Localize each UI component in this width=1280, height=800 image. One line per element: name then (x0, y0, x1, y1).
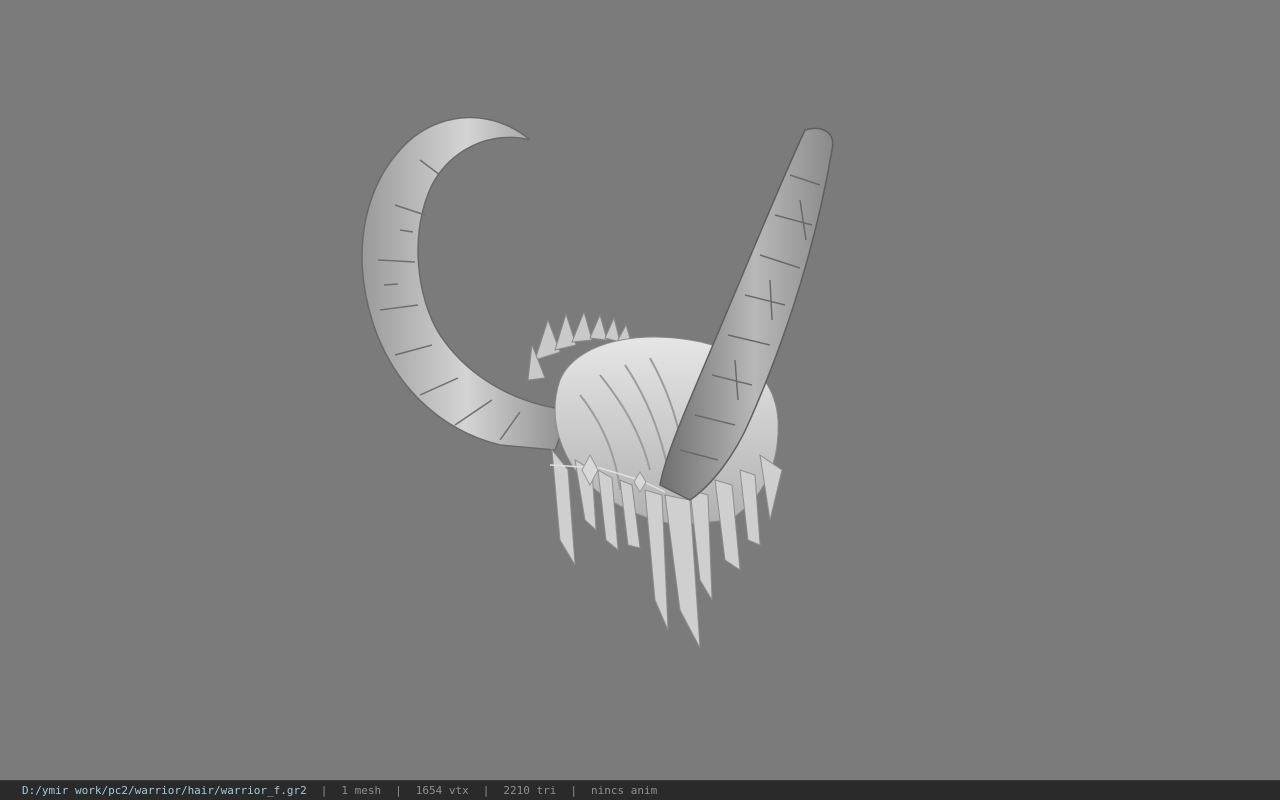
status-separator: | (395, 784, 402, 797)
anim-status: nincs anim (591, 784, 658, 797)
triangle-count: 2210 tri (503, 784, 557, 797)
file-path: D:/ymir work/pc2/warrior/hair/warrior_f.… (22, 784, 307, 797)
status-separator: | (482, 784, 490, 797)
vertex-count: 1654 vtx (415, 784, 469, 797)
status-separator: | (570, 784, 577, 797)
3d-viewport[interactable] (0, 0, 1280, 780)
status-separator: | (320, 784, 328, 797)
mesh-count: 1 mesh (341, 784, 382, 797)
status-bar: D:/ymir work/pc2/warrior/hair/warrior_f.… (0, 780, 1280, 800)
horned-helmet-model (361, 116, 834, 649)
